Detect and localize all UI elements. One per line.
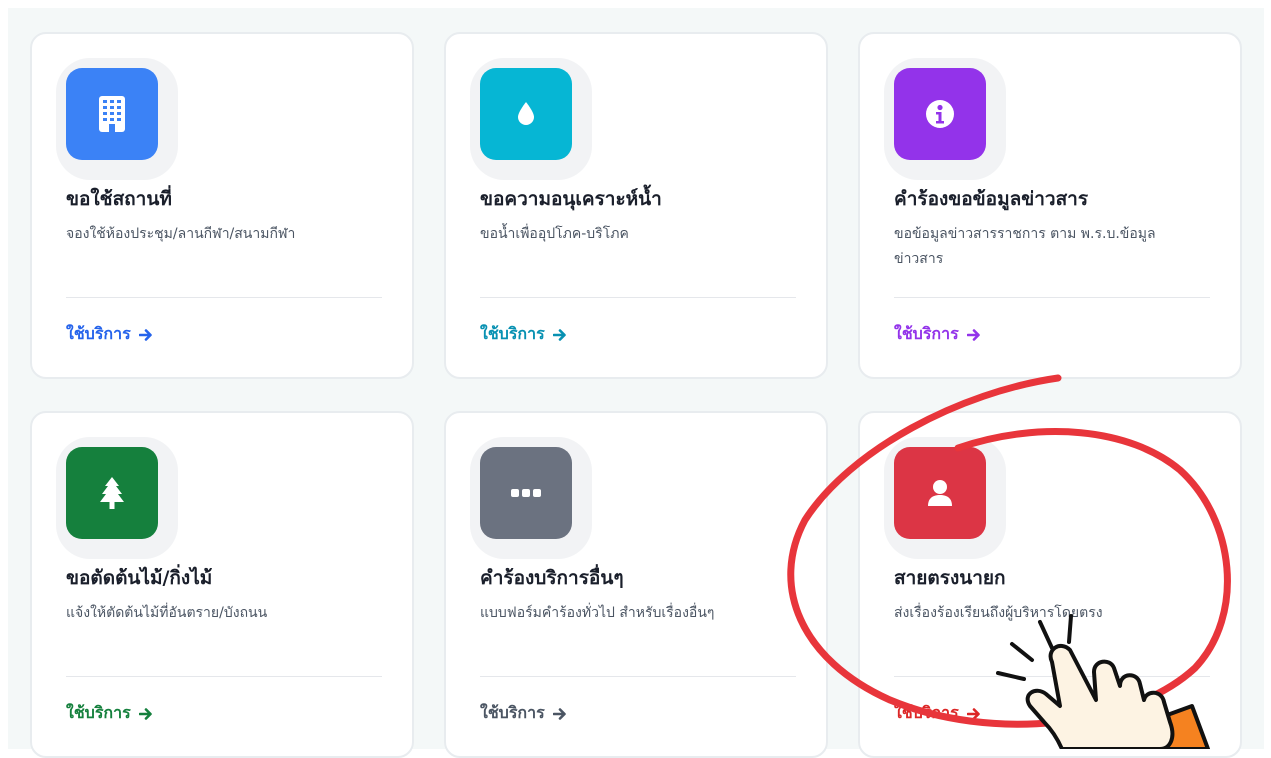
divider <box>480 676 796 677</box>
card-description: แบบฟอร์มคำร้องทั่วไป สำหรับเรื่องอื่นๆ <box>480 605 715 621</box>
use-service-link[interactable]: ใช้บริการ <box>480 322 567 347</box>
arrow-right-icon <box>966 328 981 342</box>
arrow-right-icon <box>552 707 567 721</box>
user-icon <box>894 447 986 539</box>
card-title: ขอความอนุเคราะห์น้ำ <box>480 188 662 210</box>
use-service-label: ใช้บริการ <box>66 324 131 343</box>
divider <box>894 676 1210 677</box>
service-card-information[interactable]: คำร้องขอข้อมูลข่าวสาร ขอข้อมูลข่าวสารราช… <box>858 32 1242 379</box>
use-service-link[interactable]: ใช้บริการ <box>66 701 153 726</box>
arrow-right-icon <box>966 707 981 721</box>
use-service-link[interactable]: ใช้บริการ <box>66 322 153 347</box>
card-title: คำร้องขอข้อมูลข่าวสาร <box>894 188 1089 210</box>
service-card-water[interactable]: ขอความอนุเคราะห์น้ำ ขอน้ำเพื่ออุปโภค-บริ… <box>444 32 828 379</box>
water-drop-icon <box>480 68 572 160</box>
card-title: คำร้องบริการอื่นๆ <box>480 567 624 589</box>
tree-icon <box>66 447 158 539</box>
divider <box>66 297 382 298</box>
use-service-label: ใช้บริการ <box>480 324 545 343</box>
arrow-right-icon <box>138 328 153 342</box>
service-card-tree-cutting[interactable]: ขอตัดต้นไม้/กิ่งไม้ แจ้งให้ตัดต้นไม้ที่อ… <box>30 411 414 758</box>
card-description: ขอน้ำเพื่ออุปโภค-บริโภค <box>480 226 629 242</box>
card-title: ขอตัดต้นไม้/กิ่งไม้ <box>66 567 213 589</box>
card-description: จองใช้ห้องประชุม/ลานกีฬา/สนามกีฬา <box>66 226 296 242</box>
info-icon <box>894 68 986 160</box>
card-description: ส่งเรื่องร้องเรียนถึงผู้บริหารโดยตรง <box>894 605 1103 621</box>
divider <box>480 297 796 298</box>
services-panel: ขอใช้สถานที่ จองใช้ห้องประชุม/ลานกีฬา/สน… <box>8 8 1264 758</box>
use-service-label: ใช้บริการ <box>894 703 959 722</box>
service-card-mayor-hotline[interactable]: สายตรงนายก ส่งเรื่องร้องเรียนถึงผู้บริหา… <box>858 411 1242 758</box>
use-service-link[interactable]: ใช้บริการ <box>480 701 567 726</box>
divider <box>894 297 1210 298</box>
card-title: ขอใช้สถานที่ <box>66 188 172 210</box>
divider <box>66 676 382 677</box>
ellipsis-icon <box>480 447 572 539</box>
use-service-label: ใช้บริการ <box>480 703 545 722</box>
arrow-right-icon <box>552 328 567 342</box>
card-description: ขอข้อมูลข่าวสารราชการ ตาม พ.ร.บ.ข้อมูลข่… <box>894 226 1156 267</box>
use-service-link[interactable]: ใช้บริการ <box>894 701 981 726</box>
service-card-venue[interactable]: ขอใช้สถานที่ จองใช้ห้องประชุม/ลานกีฬา/สน… <box>30 32 414 379</box>
use-service-label: ใช้บริการ <box>66 703 131 722</box>
card-title: สายตรงนายก <box>894 567 1006 589</box>
building-icon <box>66 68 158 160</box>
arrow-right-icon <box>138 707 153 721</box>
service-card-other-requests[interactable]: คำร้องบริการอื่นๆ แบบฟอร์มคำร้องทั่วไป ส… <box>444 411 828 758</box>
card-description: แจ้งให้ตัดต้นไม้ที่อันตราย/บังถนน <box>66 605 268 621</box>
use-service-link[interactable]: ใช้บริการ <box>894 322 981 347</box>
use-service-label: ใช้บริการ <box>894 324 959 343</box>
